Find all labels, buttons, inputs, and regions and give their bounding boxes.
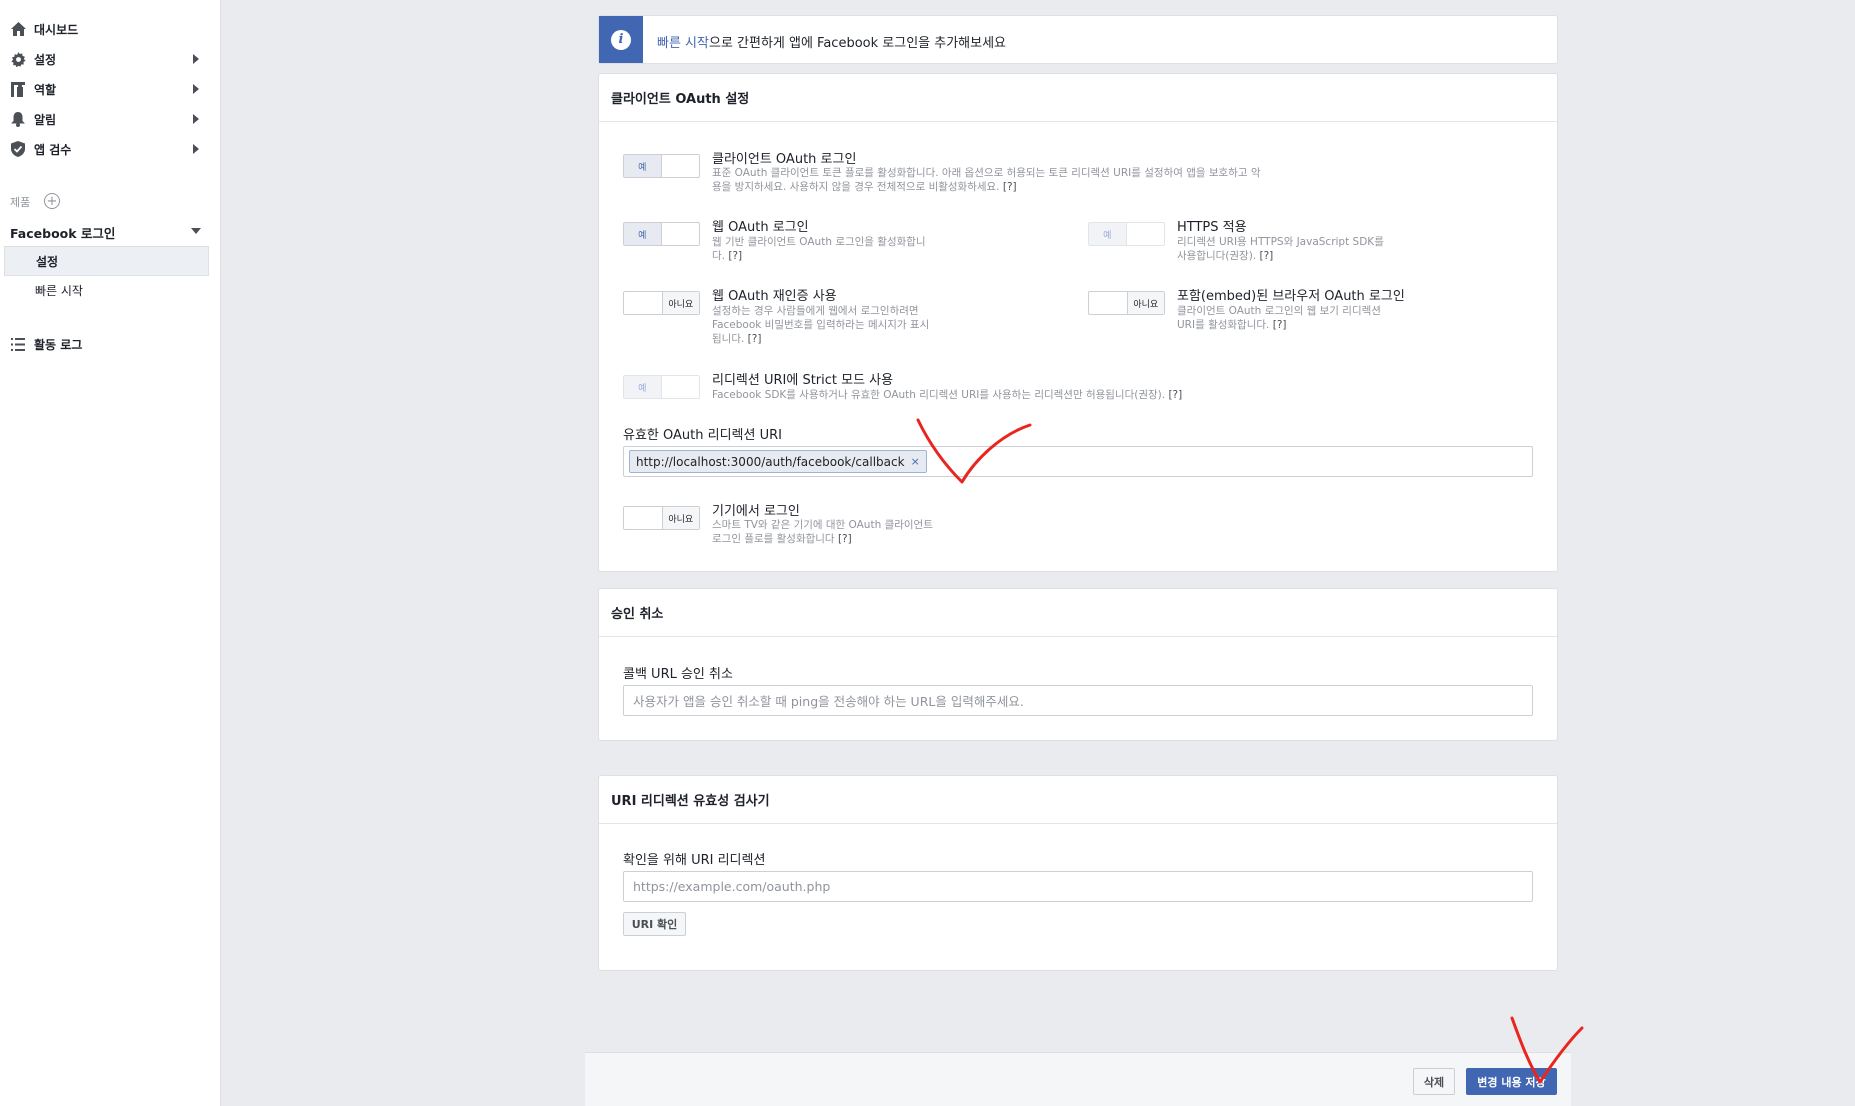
setting-desc: 로그인 플로를 활성화합니다 [?] bbox=[712, 533, 852, 545]
toggle-yes: 예 bbox=[624, 376, 662, 398]
sidebar-item-label: 알림 bbox=[34, 112, 57, 127]
embedded-browser-toggle[interactable]: 아니요 bbox=[1088, 291, 1165, 315]
chevron-right-icon bbox=[193, 114, 199, 124]
setting-title: 웹 OAuth 재인증 사용 bbox=[712, 289, 837, 304]
toggle-blank bbox=[662, 376, 700, 398]
sidebar-item-activity-log[interactable]: 활동 로그 bbox=[0, 329, 221, 359]
panel-title: 클라이언트 OAuth 설정 bbox=[599, 74, 1557, 122]
deauth-callback-label: 콜백 URL 승인 취소 bbox=[623, 667, 733, 682]
list-icon bbox=[10, 336, 26, 352]
setting-title: 리디렉션 URI에 Strict 모드 사용 bbox=[712, 373, 894, 388]
setting-desc: 표준 OAuth 클라이언트 토큰 플로를 활성화합니다. 아래 옵션으로 허용… bbox=[712, 167, 1261, 179]
toggle-yes: 예 bbox=[624, 223, 662, 245]
help-link[interactable]: [?] bbox=[1273, 319, 1287, 331]
help-link[interactable]: [?] bbox=[748, 333, 762, 345]
toggle-blank bbox=[1127, 223, 1165, 245]
info-badge: i bbox=[599, 16, 643, 63]
redirect-uri-token[interactable]: http://localhost:3000/auth/facebook/call… bbox=[629, 450, 927, 473]
sidebar-item-alerts[interactable]: 알림 bbox=[0, 104, 221, 134]
redirect-uri-label: 유효한 OAuth 리디렉션 URI bbox=[623, 428, 782, 443]
toggle-yes: 예 bbox=[1089, 223, 1127, 245]
setting-desc: 리디렉션 URI용 HTTPS와 JavaScript SDK를 bbox=[1177, 236, 1384, 248]
help-link[interactable]: [?] bbox=[1168, 389, 1182, 401]
web-oauth-toggle[interactable]: 예 bbox=[623, 222, 700, 246]
web-reauth-toggle[interactable]: 아니요 bbox=[623, 291, 700, 315]
setting-desc: 사용합니다(권장). [?] bbox=[1177, 250, 1274, 262]
chevron-right-icon bbox=[193, 54, 199, 64]
setting-desc: 용을 방지하세요. 사용하지 않을 경우 전체적으로 비활성화하세요. [?] bbox=[712, 181, 1017, 193]
products-label: 제품 bbox=[10, 196, 31, 209]
home-icon bbox=[10, 21, 26, 37]
validator-label: 확인을 위해 URI 리디렉션 bbox=[623, 853, 766, 868]
setting-desc: 됩니다. [?] bbox=[712, 333, 762, 345]
info-icon: i bbox=[611, 29, 631, 50]
validator-uri-input[interactable]: https://example.com/oauth.php bbox=[623, 871, 1533, 902]
strict-mode-toggle[interactable]: 예 bbox=[623, 375, 700, 399]
sidebar-subitem-settings[interactable]: 설정 bbox=[4, 246, 209, 276]
toggle-blank bbox=[662, 223, 700, 245]
sidebar: 대시보드 설정 역할 알림 앱 검수 제품 + Facebook 로그인 설정 … bbox=[0, 0, 221, 1106]
sidebar-item-settings[interactable]: 설정 bbox=[0, 44, 221, 74]
banner-text: 빠른 시작으로 간편하게 앱에 Facebook 로그인을 추가해보세요 bbox=[657, 32, 1006, 51]
help-link[interactable]: [?] bbox=[838, 533, 852, 545]
delete-button[interactable]: 삭제 bbox=[1413, 1068, 1455, 1095]
sidebar-item-roles[interactable]: 역할 bbox=[0, 74, 221, 104]
setting-desc: 스마트 TV와 같은 기기에 대한 OAuth 클라이언트 bbox=[712, 519, 933, 531]
sidebar-item-label: 설정 bbox=[34, 52, 57, 67]
toggle-no: 아니요 bbox=[661, 507, 699, 529]
save-changes-button[interactable]: 변경 내용 저장 bbox=[1466, 1068, 1557, 1095]
help-link[interactable]: [?] bbox=[728, 250, 742, 262]
toggle-no: 아니요 bbox=[661, 292, 699, 314]
setting-desc: 설정하는 경우 사람들에게 웹에서 로그인하려면 bbox=[712, 305, 919, 317]
chevron-right-icon bbox=[193, 84, 199, 94]
setting-desc: Facebook 비밀번호를 입력하라는 메시지가 표시 bbox=[712, 319, 930, 331]
check-uri-button[interactable]: URI 확인 bbox=[623, 912, 686, 936]
sidebar-item-label: 역할 bbox=[34, 82, 57, 97]
setting-desc: Facebook SDK를 사용하거나 유효한 OAuth 리디렉션 URI를 … bbox=[712, 389, 1183, 401]
sidebar-item-label: 대시보드 bbox=[34, 22, 79, 37]
setting-title: HTTPS 적용 bbox=[1177, 220, 1247, 235]
panel-title: URI 리디렉션 유효성 검사기 bbox=[599, 776, 1557, 824]
setting-title: 포함(embed)된 브라우저 OAuth 로그인 bbox=[1177, 289, 1405, 304]
product-facebook-login[interactable]: Facebook 로그인 bbox=[10, 223, 115, 242]
https-toggle[interactable]: 예 bbox=[1088, 222, 1165, 246]
roles-icon bbox=[10, 81, 26, 97]
device-login-toggle[interactable]: 아니요 bbox=[623, 506, 700, 530]
help-link[interactable]: [?] bbox=[1260, 250, 1274, 262]
sidebar-subitem-quickstart[interactable]: 빠른 시작 bbox=[4, 275, 209, 305]
sidebar-item-label: 앱 검수 bbox=[34, 142, 72, 157]
token-text: http://localhost:3000/auth/facebook/call… bbox=[636, 454, 905, 469]
setting-title: 기기에서 로그인 bbox=[712, 504, 800, 519]
sidebar-item-dashboard[interactable]: 대시보드 bbox=[0, 14, 221, 44]
client-oauth-toggle[interactable]: 예 bbox=[623, 154, 700, 178]
deauth-callback-input[interactable]: 사용자가 앱을 승인 취소할 때 ping을 전송해야 하는 URL을 입력해주… bbox=[623, 685, 1533, 716]
setting-desc: 클라이언트 OAuth 로그인의 웹 보기 리디렉션 bbox=[1177, 305, 1381, 317]
help-link[interactable]: [?] bbox=[1003, 181, 1017, 193]
setting-desc: URI를 활성화합니다. [?] bbox=[1177, 319, 1287, 331]
setting-title: 클라이언트 OAuth 로그인 bbox=[712, 152, 857, 167]
sidebar-item-label: 활동 로그 bbox=[34, 337, 83, 352]
panel-title: 승인 취소 bbox=[599, 589, 1557, 637]
gear-icon bbox=[10, 51, 26, 67]
quickstart-link[interactable]: 빠른 시작 bbox=[657, 36, 709, 51]
toggle-no: 아니요 bbox=[1126, 292, 1164, 314]
toggle-blank bbox=[662, 155, 700, 177]
toggle-yes: 예 bbox=[624, 155, 662, 177]
setting-title: 웹 OAuth 로그인 bbox=[712, 220, 809, 235]
deauthorize-panel: 승인 취소 bbox=[598, 588, 1558, 741]
setting-desc: 다. [?] bbox=[712, 250, 743, 262]
add-product-icon[interactable]: + bbox=[44, 193, 60, 209]
setting-desc: 웹 기반 클라이언트 OAuth 로그인을 활성화합니 bbox=[712, 236, 926, 248]
shield-check-icon bbox=[10, 141, 26, 157]
quickstart-banner: i 빠른 시작으로 간편하게 앱에 Facebook 로그인을 추가해보세요 bbox=[598, 15, 1558, 64]
remove-token-icon[interactable]: × bbox=[911, 455, 920, 468]
bell-icon bbox=[10, 111, 26, 127]
chevron-down-icon[interactable] bbox=[191, 228, 201, 234]
chevron-right-icon bbox=[193, 144, 199, 154]
toggle-blank bbox=[624, 507, 662, 529]
toggle-blank bbox=[1089, 292, 1127, 314]
toggle-blank bbox=[624, 292, 662, 314]
banner-rest-text: 으로 간편하게 앱에 Facebook 로그인을 추가해보세요 bbox=[708, 36, 1007, 51]
sidebar-item-app-review[interactable]: 앱 검수 bbox=[0, 134, 221, 164]
